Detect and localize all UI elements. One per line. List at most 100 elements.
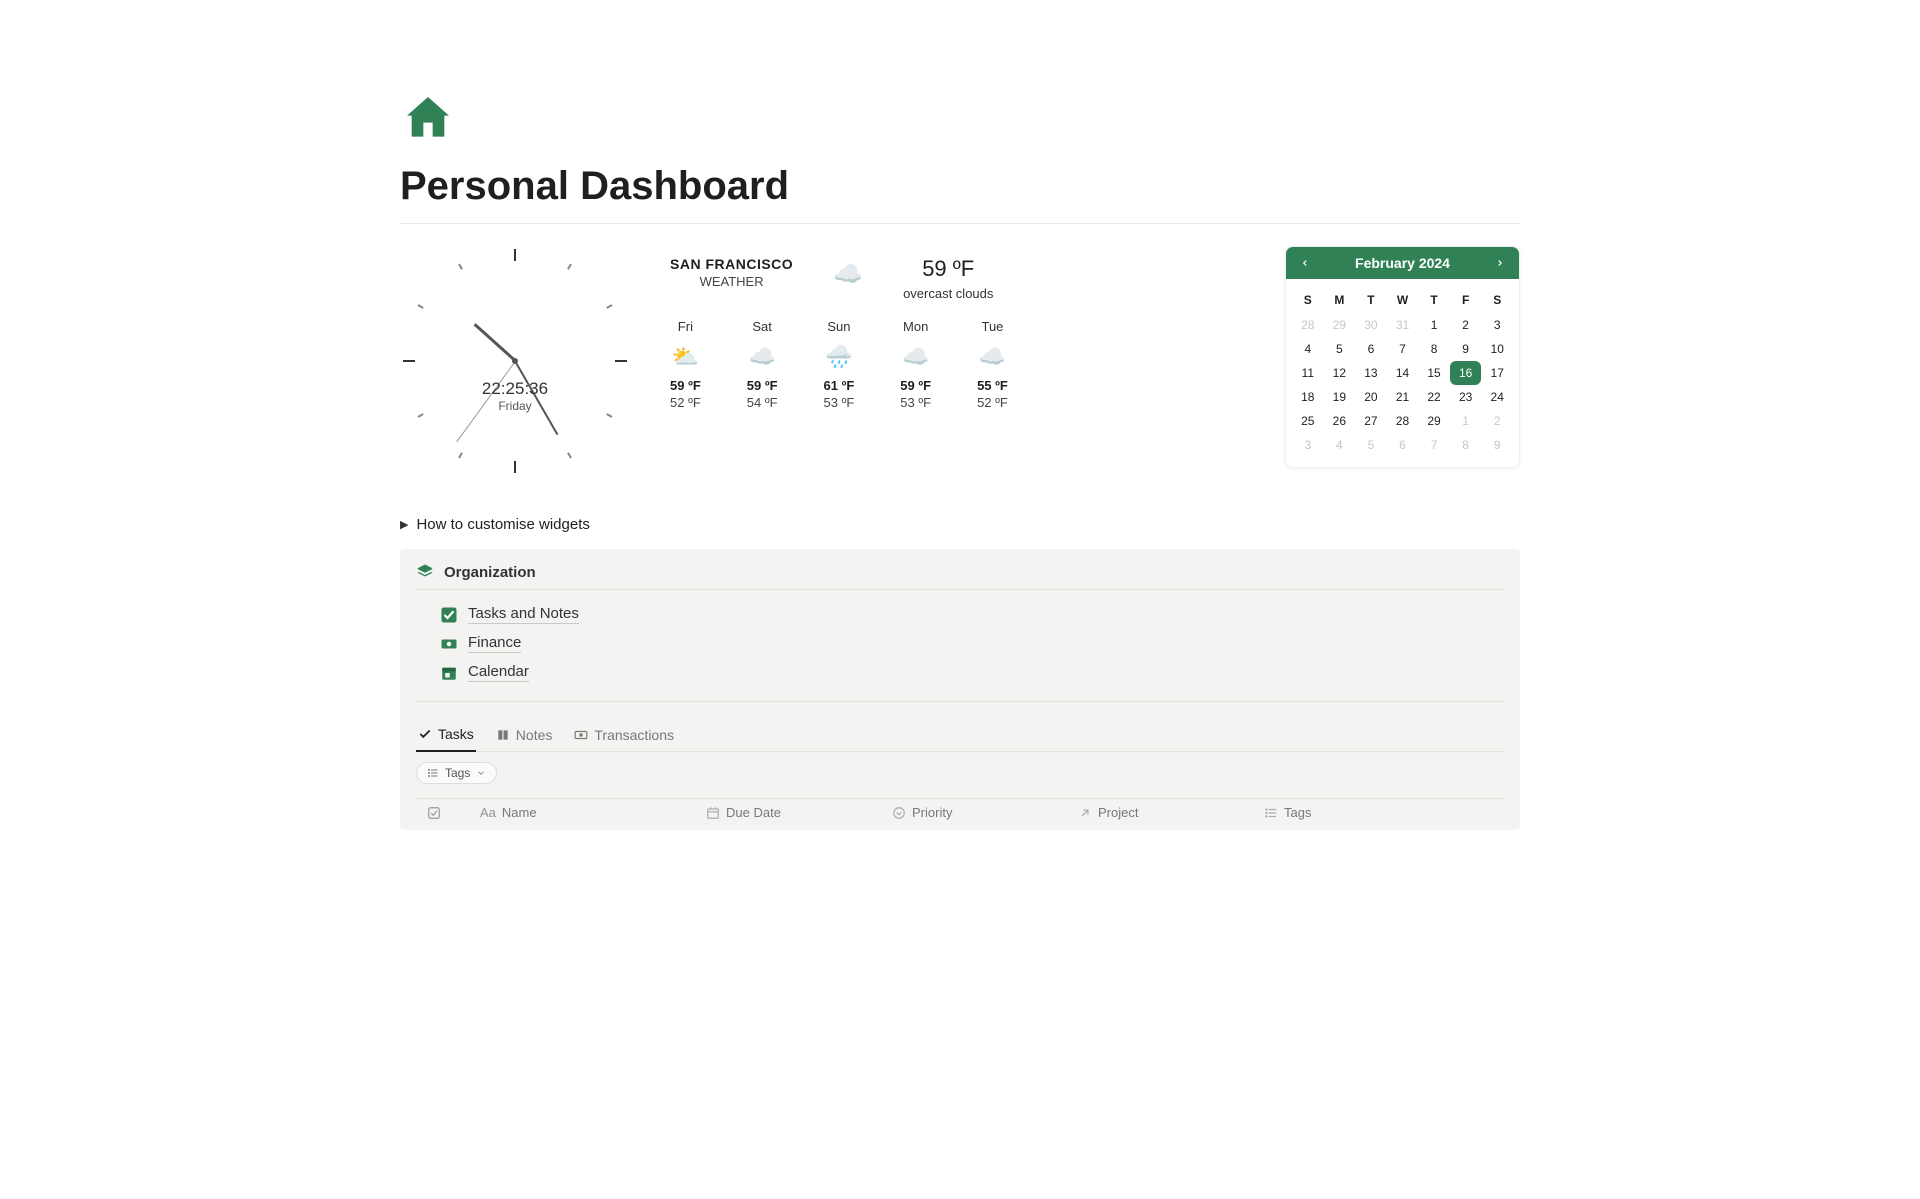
calendar-day[interactable]: 4 — [1324, 433, 1356, 457]
calendar-day[interactable]: 9 — [1450, 337, 1482, 361]
calendar-widget: February 2024 SMTWTFS2829303112345678910… — [1285, 246, 1520, 468]
organization-divider-2 — [416, 701, 1504, 702]
calendar-day[interactable]: 25 — [1292, 409, 1324, 433]
calendar-day[interactable]: 12 — [1324, 361, 1356, 385]
calendar-day[interactable]: 7 — [1418, 433, 1450, 457]
page-home-icon — [400, 90, 1570, 146]
calendar-dow: T — [1418, 287, 1450, 313]
forecast-high: 59 ºF — [900, 378, 931, 393]
clock-day-text: Friday — [482, 399, 548, 413]
calendar-day[interactable]: 5 — [1324, 337, 1356, 361]
cloud-icon: 🌧️ — [824, 344, 855, 370]
forecast-high: 55 ºF — [977, 378, 1008, 393]
calendar-day[interactable]: 29 — [1418, 409, 1450, 433]
calendar-day[interactable]: 2 — [1481, 409, 1513, 433]
forecast-day: Mon ☁️ 59 ºF 53 ºF — [900, 319, 931, 410]
calendar-day[interactable]: 29 — [1324, 313, 1356, 337]
arrow-up-right-icon — [1078, 806, 1092, 820]
calendar-day[interactable]: 20 — [1355, 385, 1387, 409]
toggle-customise-widgets[interactable]: ▶ How to customise widgets — [400, 516, 1520, 533]
calendar-day[interactable]: 17 — [1481, 361, 1513, 385]
clock-tick — [418, 413, 424, 418]
clock-tick — [567, 452, 572, 458]
calendar-day[interactable]: 16 — [1450, 361, 1482, 385]
calendar-day[interactable]: 1 — [1450, 409, 1482, 433]
calendar-day[interactable]: 28 — [1292, 313, 1324, 337]
forecast-low: 53 ºF — [900, 395, 931, 410]
calendar-day[interactable]: 4 — [1292, 337, 1324, 361]
org-link-tasks-and-notes[interactable]: Tasks and Notes — [440, 600, 1508, 629]
forecast-low: 52 ºF — [977, 395, 1008, 410]
stack-icon — [416, 563, 434, 581]
calendar-day[interactable]: 30 — [1355, 313, 1387, 337]
forecast-day: Sun🌧️61 ºF53 ºF — [824, 319, 855, 410]
tags-chip-label: Tags — [445, 766, 470, 780]
list-icon — [427, 767, 439, 779]
table-header-row: Aa Name Due Date Priority Project Tags — [416, 798, 1504, 820]
tab-tasks[interactable]: Tasks — [416, 720, 476, 752]
column-tags[interactable]: Tags — [1264, 805, 1414, 820]
calendar-day[interactable]: 21 — [1387, 385, 1419, 409]
column-priority[interactable]: Priority — [892, 805, 1042, 820]
calendar-day[interactable]: 8 — [1418, 337, 1450, 361]
calendar-day[interactable]: 26 — [1324, 409, 1356, 433]
column-due-date[interactable]: Due Date — [706, 805, 856, 820]
calendar-day[interactable]: 13 — [1355, 361, 1387, 385]
calendar-day[interactable]: 10 — [1481, 337, 1513, 361]
calendar-next-button[interactable] — [1491, 258, 1509, 268]
calendar-day[interactable]: 18 — [1292, 385, 1324, 409]
forecast-high: 59 ºF — [747, 378, 778, 393]
calendar-day[interactable]: 2 — [1450, 313, 1482, 337]
chevron-down-icon — [892, 806, 906, 820]
calendar-day[interactable]: 19 — [1324, 385, 1356, 409]
organization-panel: Organization Tasks and NotesFinanceCalen… — [400, 549, 1520, 830]
clock-tick — [514, 461, 516, 473]
calendar-day[interactable]: 9 — [1481, 433, 1513, 457]
calendar-day[interactable]: 8 — [1450, 433, 1482, 457]
calendar-day[interactable]: 22 — [1418, 385, 1450, 409]
forecast-day: Sat☁️59 ºF54 ºF — [747, 319, 778, 410]
toggle-triangle-icon: ▶ — [400, 518, 408, 531]
calendar-prev-button[interactable] — [1296, 258, 1314, 268]
calendar-day[interactable]: 31 — [1387, 313, 1419, 337]
calendar-day[interactable]: 14 — [1387, 361, 1419, 385]
weather-current-desc: overcast clouds — [903, 286, 993, 301]
tab-label: Notes — [516, 727, 553, 743]
column-project[interactable]: Project — [1078, 805, 1228, 820]
calendar-dow: T — [1355, 287, 1387, 313]
notes-icon — [496, 728, 510, 742]
forecast-day-name: Mon — [900, 319, 931, 334]
calendar-day[interactable]: 6 — [1355, 337, 1387, 361]
forecast-low: 53 ºF — [824, 395, 855, 410]
tab-transactions[interactable]: Transactions — [572, 721, 676, 751]
calendar-day[interactable]: 5 — [1355, 433, 1387, 457]
cloud-icon: ☁️ — [977, 344, 1008, 370]
calendar-day[interactable]: 3 — [1481, 313, 1513, 337]
weather-current-temp: 59 ºF — [903, 256, 993, 282]
tags-filter-chip[interactable]: Tags — [416, 762, 497, 784]
cloud-icon: ☁️ — [900, 344, 931, 370]
org-link-label: Finance — [468, 634, 521, 653]
clock-center-dot — [512, 358, 518, 364]
calendar-day[interactable]: 11 — [1292, 361, 1324, 385]
column-checkbox[interactable] — [424, 806, 444, 820]
column-name[interactable]: Aa Name — [480, 805, 670, 820]
calendar-day[interactable]: 27 — [1355, 409, 1387, 433]
cloud-icon: ⛅ — [670, 344, 701, 370]
clock-tick — [606, 413, 612, 418]
calendar-day[interactable]: 7 — [1387, 337, 1419, 361]
calendar-day[interactable]: 23 — [1450, 385, 1482, 409]
calendar-day[interactable]: 6 — [1387, 433, 1419, 457]
calendar-day[interactable]: 15 — [1418, 361, 1450, 385]
calendar-day[interactable]: 24 — [1481, 385, 1513, 409]
tab-notes[interactable]: Notes — [494, 721, 555, 751]
calendar-day[interactable]: 1 — [1418, 313, 1450, 337]
calendar-day[interactable]: 3 — [1292, 433, 1324, 457]
forecast-low: 52 ºF — [670, 395, 701, 410]
calendar-day[interactable]: 28 — [1387, 409, 1419, 433]
weather-subtitle: WEATHER — [670, 274, 793, 289]
forecast-day-name: Fri — [670, 319, 701, 334]
clock-tick — [514, 249, 516, 261]
org-link-calendar[interactable]: Calendar — [440, 658, 1508, 687]
org-link-finance[interactable]: Finance — [440, 629, 1508, 658]
